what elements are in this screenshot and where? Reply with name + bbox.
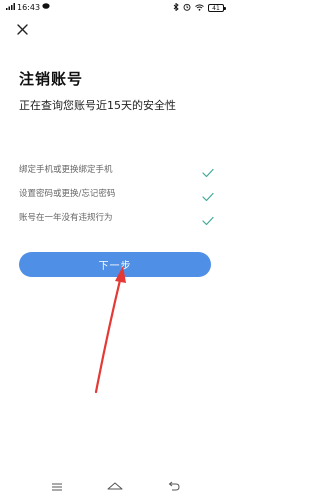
nav-menu-button[interactable] [49,478,65,492]
battery-icon: 41 [208,4,226,12]
nav-home-button[interactable] [107,478,123,492]
close-icon [16,20,28,39]
page-subtitle: 正在查询您账号近15天的安全性 [19,99,176,112]
close-button[interactable] [14,21,30,37]
check-icon [202,187,214,202]
menu-icon [51,476,63,495]
status-bar: 16:43 41 [0,0,230,16]
system-nav-bar [0,474,230,498]
status-right: 41 [173,2,226,13]
back-icon [168,476,180,495]
next-step-button[interactable]: 下一步 [19,252,211,277]
message-icon [42,3,50,12]
home-icon [107,476,123,495]
check-icon [202,163,214,178]
signal-icon [6,3,15,12]
alarm-icon [183,3,191,13]
check-label: 账号在一年没有违规行为 [19,213,113,223]
security-check-list: 绑定手机或更换绑定手机 设置密码或更换/忘记密码 账号在一年没有违规行为 [0,159,230,231]
status-left: 16:43 [6,3,50,12]
wifi-icon [195,3,204,13]
status-time: 16:43 [17,3,41,12]
check-label: 设置密码或更换/忘记密码 [19,189,116,199]
check-item-phone: 绑定手机或更换绑定手机 [0,159,230,183]
check-item-password: 设置密码或更换/忘记密码 [0,183,230,207]
page-title: 注销账号 [19,70,84,88]
check-icon [202,211,214,226]
nav-back-button[interactable] [166,478,182,492]
bluetooth-icon [173,2,179,13]
check-label: 绑定手机或更换绑定手机 [19,165,113,175]
check-item-violation: 账号在一年没有违规行为 [0,207,230,231]
